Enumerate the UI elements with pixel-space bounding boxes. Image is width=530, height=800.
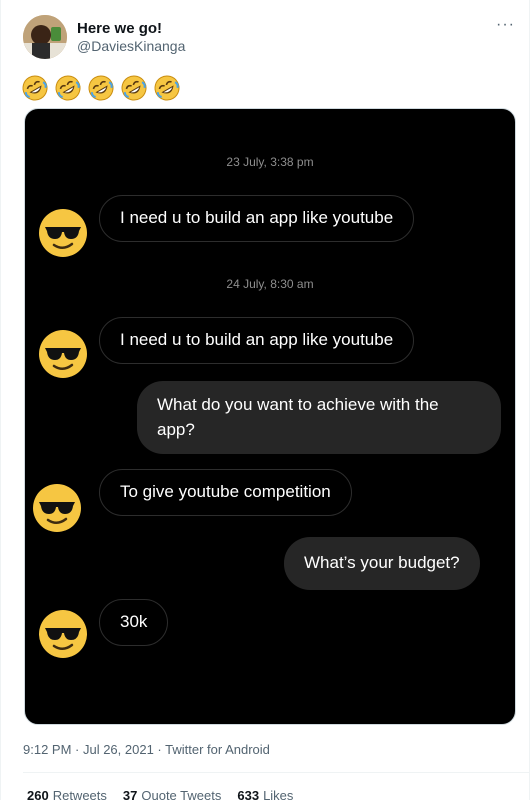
- quote-tweets-stat[interactable]: 37 Quote Tweets: [123, 788, 221, 800]
- sunglasses-emoji-icon: [33, 484, 81, 532]
- tweet: Here we go! @DaviesKinanga ··· 23 July, …: [0, 0, 530, 800]
- chat-timestamp: 23 July, 3:38 pm: [226, 155, 314, 169]
- message-incoming: 30k: [99, 599, 169, 646]
- rofl-emoji-icon: [121, 75, 147, 101]
- message-outgoing: What’s your budget?: [284, 537, 480, 590]
- quotes-count: 37: [122, 788, 138, 800]
- more-options-icon[interactable]: ···: [496, 16, 515, 34]
- chat-timestamp: 24 July, 8:30 am: [226, 277, 314, 291]
- rofl-emoji-icon: [154, 75, 180, 101]
- chat-screenshot-image[interactable]: 23 July, 3:38 pm I need u to build an ap…: [24, 108, 516, 725]
- likes-label: Likes: [263, 788, 294, 800]
- sunglasses-emoji-icon: [39, 209, 87, 257]
- likes-stat[interactable]: 633 Likes: [237, 788, 293, 800]
- message-incoming: I need u to build an app like youtube: [99, 195, 415, 242]
- engagement-stats: 260 Retweets 37 Quote Tweets 633 Likes: [27, 788, 293, 800]
- tweet-timestamp[interactable]: 9:12 PM · Jul 26, 2021 · Twitter for And…: [23, 742, 270, 757]
- rofl-emoji-icon: [55, 75, 81, 101]
- message-incoming: I need u to build an app like youtube: [99, 317, 415, 364]
- rofl-emoji-icon: [88, 75, 114, 101]
- quotes-label: Quote Tweets: [141, 788, 222, 800]
- retweets-count: 260: [27, 788, 49, 800]
- avatar[interactable]: [23, 15, 67, 59]
- retweets-stat[interactable]: 260 Retweets: [27, 788, 107, 800]
- handle[interactable]: @DaviesKinanga: [77, 38, 185, 54]
- likes-count: 633: [237, 788, 260, 800]
- retweets-label: Retweets: [52, 788, 107, 800]
- message-incoming: To give youtube competition: [99, 469, 352, 516]
- rofl-emoji-icon: [22, 75, 48, 101]
- divider: [23, 772, 529, 773]
- sunglasses-emoji-icon: [39, 330, 87, 378]
- display-name[interactable]: Here we go!: [77, 20, 162, 37]
- sunglasses-emoji-icon: [39, 610, 87, 658]
- emoji-reactions: [21, 74, 181, 102]
- message-outgoing: What do you want to achieve with the app…: [137, 381, 501, 455]
